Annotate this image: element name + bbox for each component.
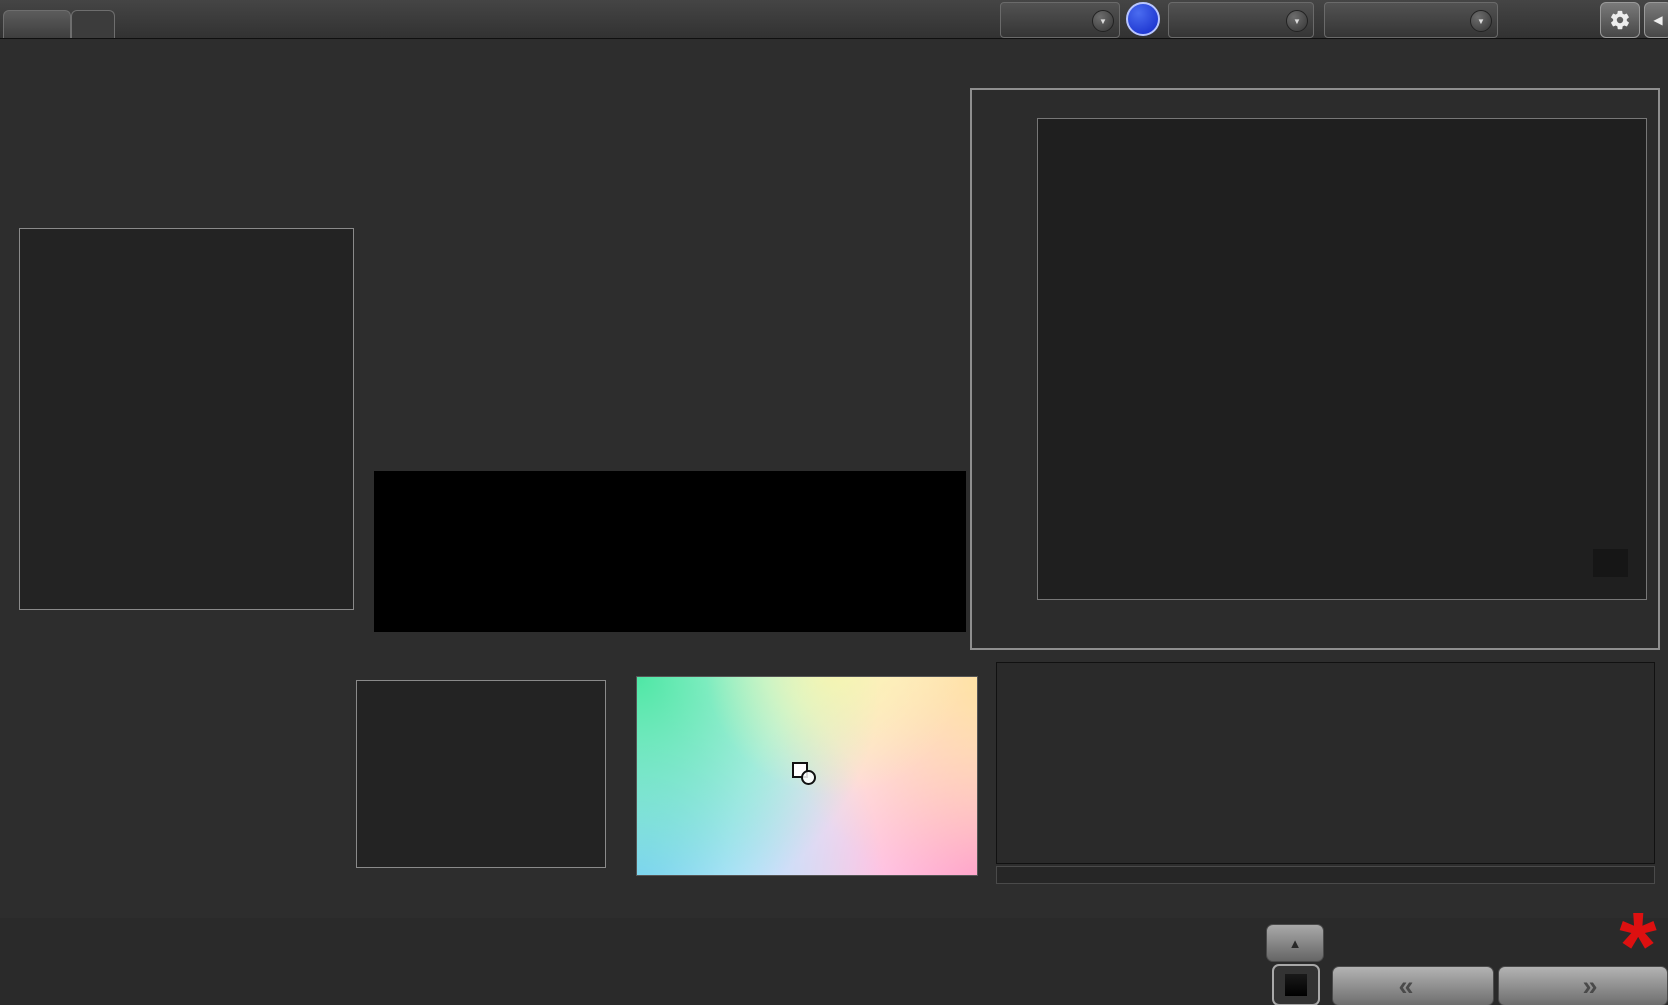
gamut-coverage-readout: [1593, 549, 1628, 577]
top-bar: ▼ ▼ ▼ ◀: [0, 0, 1668, 39]
chevron-down-icon: ▼: [1286, 10, 1308, 32]
table-horizontal-scrollbar[interactable]: [996, 866, 1655, 884]
double-left-chevron-icon: «: [1398, 970, 1414, 1001]
measurement-table: [996, 662, 1655, 864]
rgb-balance-chart: [356, 680, 606, 868]
deltae2000-chart: [19, 228, 354, 610]
meter-status-stripe: [1003, 5, 1008, 35]
cie1931-diagram: [636, 676, 978, 876]
window-square-icon: [1285, 974, 1307, 996]
gear-icon: [1611, 10, 1629, 30]
pattern-window-up-button[interactable]: ▲: [1266, 924, 1324, 962]
tab-history-1[interactable]: [3, 10, 71, 38]
chevron-down-icon: ▼: [1470, 10, 1492, 32]
chevron-down-icon: ▼: [1092, 10, 1114, 32]
cie1976-panel: [970, 88, 1660, 650]
display-control-dropdown[interactable]: ▼: [1324, 2, 1498, 38]
chevron-left-icon: ◀: [1653, 13, 1663, 27]
up-arrow-icon: ▲: [1288, 935, 1302, 951]
cie1931-reading-marker: [792, 762, 816, 785]
cie1976-diagram: [1037, 118, 1647, 600]
meter-dropdown[interactable]: ▼: [1000, 2, 1120, 38]
gamut-triangle: [1038, 119, 1646, 599]
pattern-window-button[interactable]: [1272, 964, 1320, 1005]
measurement-count-badge[interactable]: [1126, 2, 1160, 36]
session-modified-asterisk-icon: *: [1619, 893, 1657, 1000]
swatch-compare-panel: [374, 471, 966, 632]
bottom-bar: ▲ « »: [0, 918, 1668, 1005]
new-tab-button[interactable]: [71, 10, 115, 38]
source-status-stripe: [1171, 5, 1176, 35]
control-status-stripe: [1327, 5, 1332, 35]
pattern-source-dropdown[interactable]: ▼: [1168, 2, 1314, 38]
collapse-panel-button[interactable]: ◀: [1644, 2, 1668, 38]
app-root: ▼ ▼ ▼ ◀ ▲ « » *: [0, 0, 1668, 1005]
double-right-chevron-icon: »: [1582, 970, 1598, 1001]
settings-button[interactable]: [1600, 2, 1640, 38]
back-button[interactable]: «: [1332, 966, 1494, 1005]
